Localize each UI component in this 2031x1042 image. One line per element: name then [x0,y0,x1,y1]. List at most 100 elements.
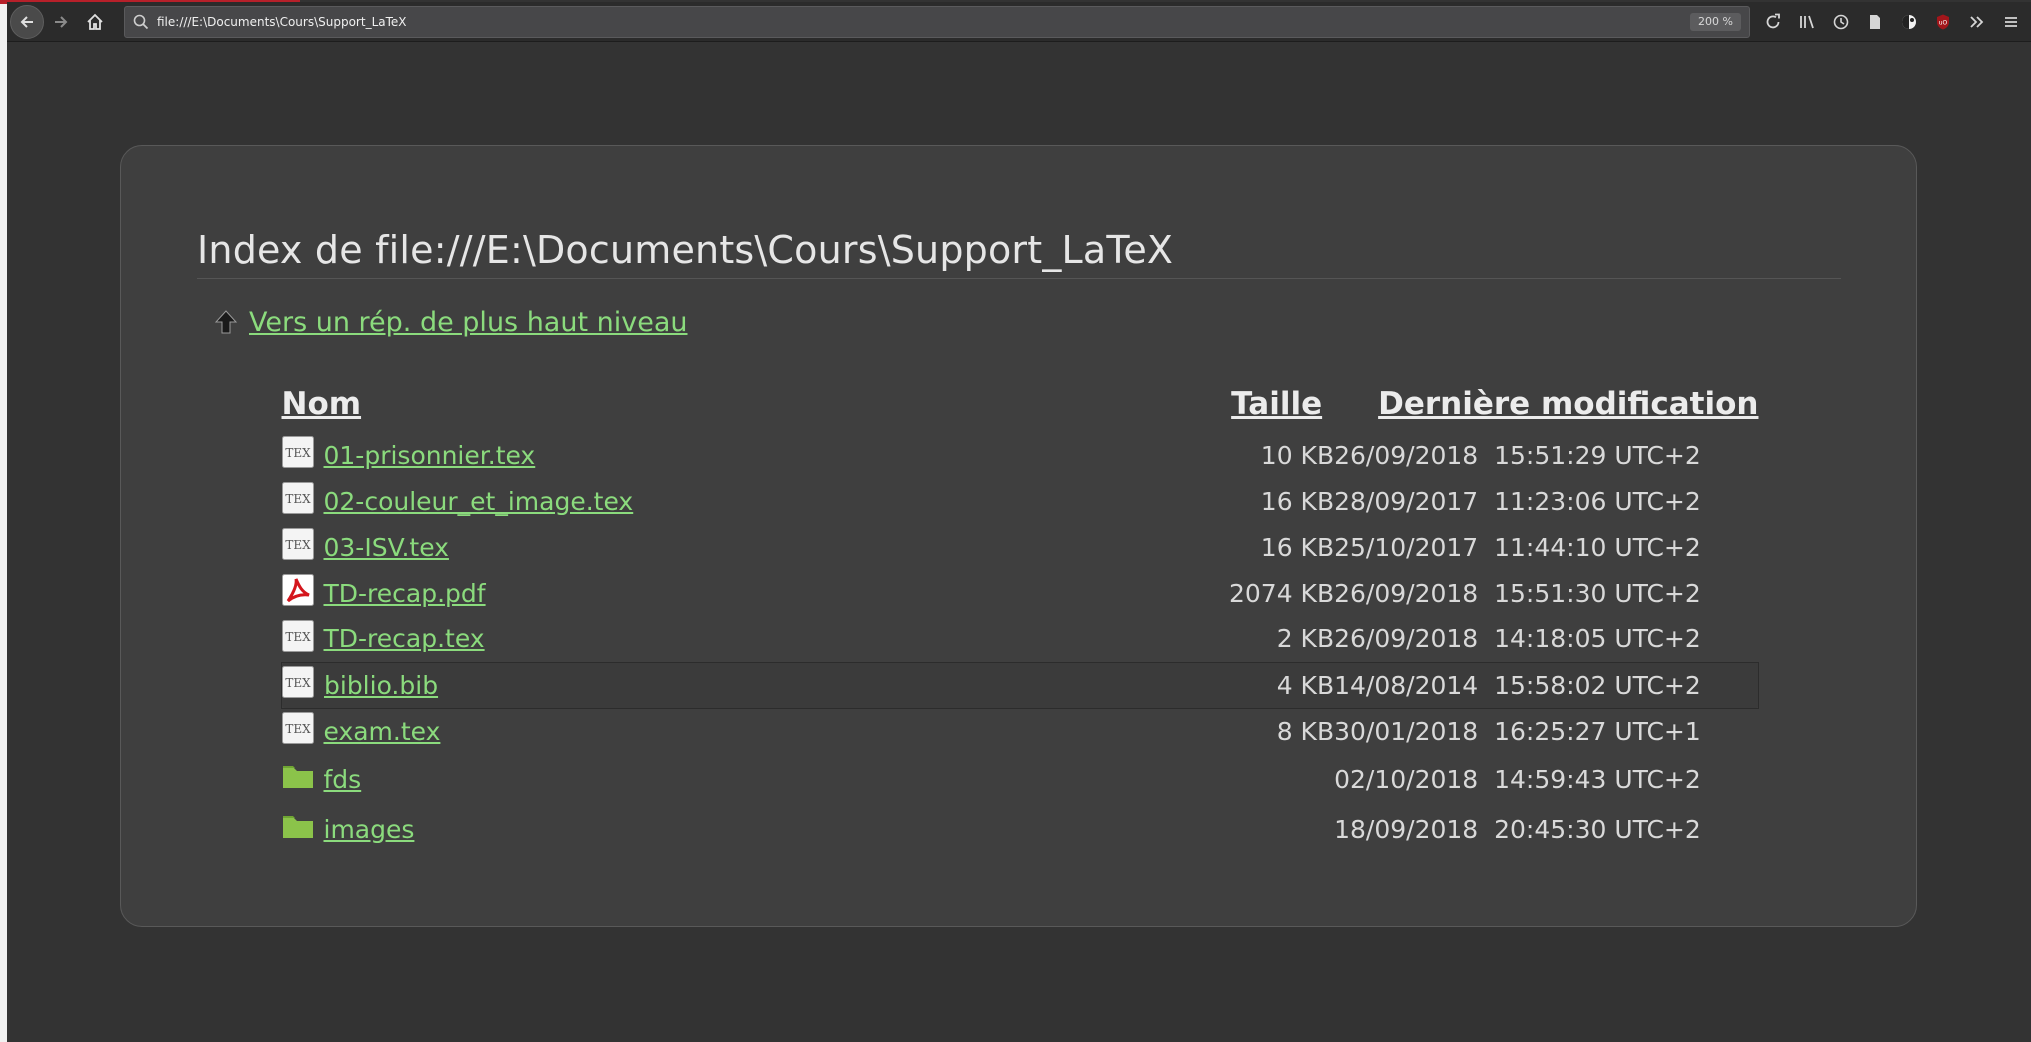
zoom-level-badge[interactable]: 200 % [1690,13,1741,31]
time-cell: 15:51:29 UTC+2 [1494,440,1701,470]
name-cell: fds [282,754,1201,804]
tex-file-icon: TEX [281,482,324,520]
home-button[interactable] [80,7,110,37]
menu-icon[interactable] [1994,2,2028,42]
svg-text:TEX: TEX [285,492,311,506]
name-cell: TEX 02-couleur_et_image.tex [281,478,1201,524]
name-cell: TEX exam.tex [281,708,1201,754]
history-icon[interactable] [1824,2,1858,42]
folder-icon [282,810,324,848]
svg-text:TEX: TEX [285,722,311,736]
date-cell: 28/09/2017 [1334,486,1479,516]
date-cell: 18/09/2018 [1334,814,1479,844]
tex-file-icon: TEX [281,436,324,474]
time-cell: 14:18:05 UTC+2 [1494,624,1701,654]
directory-listing-panel: Index de file:///E:\Documents\Cours\Supp… [120,145,1917,927]
size-cell [1200,754,1334,804]
tex-file-icon: TEX [281,528,324,566]
table-row: TEX TD-recap.tex 2 KB 26/09/2018 14:18:05 UT… [281,616,1759,662]
table-row: TEX 01-prisonnier.tex 10 KB 26/09/2018 15:51… [281,432,1759,478]
url-bar[interactable]: file:///E:\Documents\Cours\Support_LaTeX… [124,6,1750,38]
folder-icon [282,760,324,798]
reader-icon[interactable] [1858,2,1892,42]
back-arrow-icon [20,15,33,28]
tex-file-icon: TEX [281,619,324,658]
column-header-size[interactable]: Taille [1200,376,1334,432]
table-row: TEX 03-ISV.tex 16 KB 25/10/2017 11:44:10 UTC… [281,524,1759,570]
table-row: TEX exam.tex 8 KB 30/01/2018 16:25:27 UTC+1 [281,708,1759,754]
reload-icon[interactable] [1756,2,1790,42]
size-cell [1200,804,1334,854]
size-cell: 4 KB [1200,661,1335,709]
date-cell: 26/09/2018 [1334,624,1479,654]
time-cell: 11:44:10 UTC+2 [1494,532,1701,562]
tex-file-icon: TEX [282,666,324,704]
page-title: Index de file:///E:\Documents\Cours\Supp… [197,228,1174,272]
forward-button[interactable] [46,7,76,37]
svg-text:TEX: TEX [285,630,311,644]
svg-text:TEX: TEX [285,446,311,460]
date-cell: 26/09/2018 [1334,578,1479,608]
size-cell: 10 KB [1260,440,1335,470]
file-link[interactable]: TD-recap.tex [324,624,485,653]
svg-text:TEX: TEX [285,676,311,690]
file-table: Nom Taille Dernière modification TEX 01-p… [281,376,1760,854]
file-link[interactable]: images [324,815,415,844]
home-icon [87,13,103,30]
time-cell: 16:25:27 UTC+1 [1494,716,1701,746]
column-header-name[interactable]: Nom [282,376,1201,432]
name-cell: TD-recap.pdf [281,570,1201,616]
overflow-icon[interactable] [1960,2,1994,42]
name-cell: TEX biblio.bib [281,661,1201,709]
size-cell: 16 KB [1260,532,1335,562]
file-link[interactable]: 02-couleur_et_image.tex [324,487,634,516]
file-link[interactable]: fds [324,765,362,794]
date-cell: 14/08/2014 [1334,661,1495,709]
date-cell: 02/10/2018 [1334,764,1479,794]
time-cell: 11:23:06 UTC+2 [1494,486,1701,516]
library-icon[interactable] [1790,2,1824,42]
ublock-icon[interactable]: uO [1926,2,1960,42]
forward-arrow-icon [55,15,68,28]
date-cell: 30/01/2018 [1334,716,1479,746]
window-edge [0,0,7,1042]
time-cell: 20:45:30 UTC+2 [1494,814,1701,844]
table-row: images 18/09/2018 20:45:30 UTC+2 [282,804,1759,854]
browser-toolbar: file:///E:\Documents\Cours\Support_LaTeX… [7,2,2031,42]
parent-directory-link[interactable]: Vers un rép. de plus haut niveau [213,307,688,338]
table-row: TEX biblio.bib 4 KB 14/08/2014 15:58:02 UTC+… [281,661,1760,709]
name-cell: TEX 03-ISV.tex [281,524,1201,570]
extension-icon[interactable] [1892,2,1926,42]
search-icon [133,14,149,30]
pdf-file-icon [281,574,324,612]
parent-directory-link-text[interactable]: Vers un rép. de plus haut niveau [249,307,688,338]
size-cell: 8 KB [1276,716,1335,746]
name-cell: TEX 01-prisonnier.tex [281,432,1201,478]
file-link[interactable]: TD-recap.pdf [324,579,486,608]
up-arrow-icon [214,309,238,333]
url-text[interactable]: file:///E:\Documents\Cours\Support_LaTeX [157,15,407,29]
name-cell: images [282,804,1201,854]
file-link[interactable]: biblio.bib [324,671,438,700]
back-button[interactable] [10,4,44,39]
size-cell: 2074 KB [1228,578,1335,608]
file-link[interactable]: exam.tex [324,717,441,746]
tex-file-icon: TEX [281,712,324,750]
name-cell: TEX TD-recap.tex [281,616,1201,662]
svg-text:uO: uO [1939,20,1948,27]
svg-text:TEX: TEX [285,538,311,552]
size-cell: 2 KB [1276,624,1335,654]
table-row: TD-recap.pdf 2074 KB 26/09/2018 15:51:30 UT… [281,570,1759,616]
table-row: fds 02/10/2018 14:59:43 UTC+2 [282,754,1759,804]
time-cell: 14:59:43 UTC+2 [1494,764,1701,794]
date-cell: 26/09/2018 [1334,440,1479,470]
column-header-modified[interactable]: Dernière modification [1334,376,1758,432]
title-divider [197,278,1841,279]
time-cell: 15:51:30 UTC+2 [1494,578,1701,608]
file-link[interactable]: 03-ISV.tex [324,533,449,562]
table-row: TEX 02-couleur_et_image.tex 16 KB 28/09/201… [281,478,1759,524]
table-header-row: Nom Taille Dernière modification [282,376,1759,432]
file-link[interactable]: 01-prisonnier.tex [324,441,536,470]
size-cell: 16 KB [1260,486,1335,516]
time-cell: 15:58:02 UTC+2 [1494,661,1760,709]
